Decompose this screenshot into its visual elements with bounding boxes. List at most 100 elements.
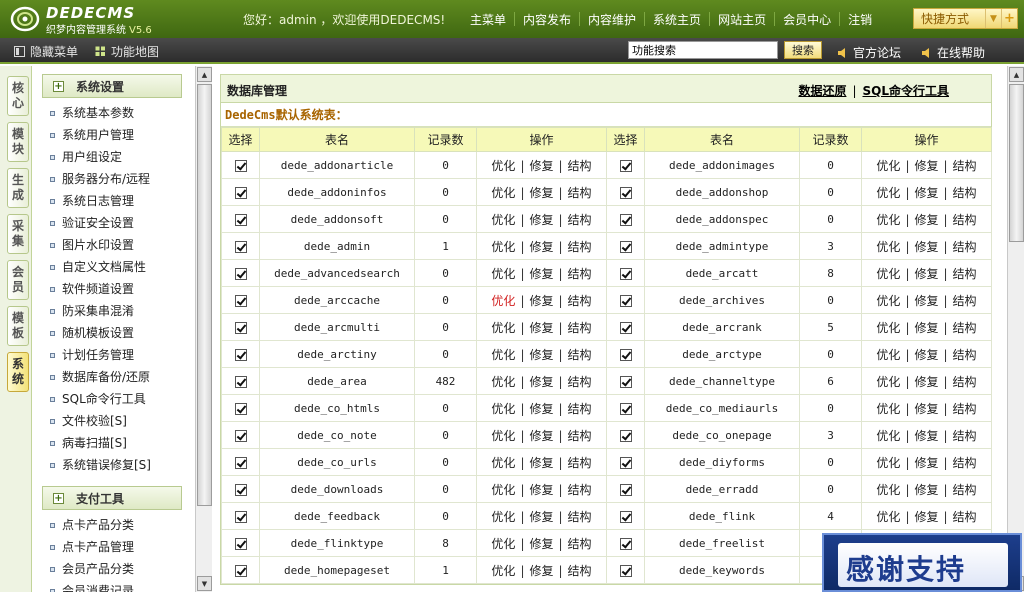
menu-item[interactable]: 系统错误修复[S]: [50, 454, 151, 476]
repair-link[interactable]: 修复: [914, 240, 938, 254]
repair-link[interactable]: 修复: [529, 240, 553, 254]
select-checkbox[interactable]: [619, 267, 632, 280]
nav-item[interactable]: 内容发布: [515, 11, 579, 28]
module-tab[interactable]: 模块: [7, 122, 29, 162]
structure-link[interactable]: 结构: [568, 429, 592, 443]
repair-link[interactable]: 修复: [529, 537, 553, 551]
repair-link[interactable]: 修复: [914, 321, 938, 335]
structure-link[interactable]: 结构: [953, 402, 977, 416]
optimize-link[interactable]: 优化: [876, 213, 900, 227]
menu-item[interactable]: 点卡产品管理: [50, 536, 134, 558]
module-tab[interactable]: 模板: [7, 306, 29, 346]
select-checkbox[interactable]: [234, 213, 247, 226]
select-checkbox[interactable]: [234, 294, 247, 307]
repair-link[interactable]: 修复: [914, 159, 938, 173]
menu-item[interactable]: 用户组设定: [50, 146, 151, 168]
structure-link[interactable]: 结构: [953, 213, 977, 227]
chevron-down-icon[interactable]: ▼: [985, 9, 1001, 28]
repair-link[interactable]: 修复: [914, 213, 938, 227]
repair-link[interactable]: 修复: [914, 348, 938, 362]
menu-item[interactable]: 会员消费记录: [50, 580, 134, 592]
repair-link[interactable]: 修复: [914, 429, 938, 443]
function-map-button[interactable]: 功能地图: [95, 43, 159, 60]
module-tab[interactable]: 会员: [7, 260, 29, 300]
repair-link[interactable]: 修复: [529, 213, 553, 227]
select-checkbox[interactable]: [234, 510, 247, 523]
structure-link[interactable]: 结构: [568, 537, 592, 551]
repair-link[interactable]: 修复: [914, 456, 938, 470]
select-checkbox[interactable]: [619, 321, 632, 334]
repair-link[interactable]: 修复: [529, 429, 553, 443]
repair-link[interactable]: 修复: [529, 348, 553, 362]
select-checkbox[interactable]: [619, 186, 632, 199]
structure-link[interactable]: 结构: [953, 510, 977, 524]
structure-link[interactable]: 结构: [568, 510, 592, 524]
repair-link[interactable]: 修复: [914, 402, 938, 416]
repair-link[interactable]: 修复: [529, 375, 553, 389]
optimize-link[interactable]: 优化: [876, 186, 900, 200]
structure-link[interactable]: 结构: [953, 483, 977, 497]
sidebar-scrollbar[interactable]: ▲ ▼: [195, 66, 212, 592]
optimize-link[interactable]: 优化: [491, 186, 515, 200]
optimize-link[interactable]: 优化: [491, 321, 515, 335]
menu-item[interactable]: 点卡产品分类: [50, 514, 134, 536]
structure-link[interactable]: 结构: [568, 348, 592, 362]
menu-item[interactable]: SQL命令行工具: [50, 388, 151, 410]
optimize-link[interactable]: 优化: [491, 267, 515, 281]
scroll-down-icon[interactable]: ▼: [197, 576, 212, 591]
nav-item[interactable]: 会员中心: [775, 11, 839, 28]
select-checkbox[interactable]: [619, 456, 632, 469]
select-checkbox[interactable]: [234, 267, 247, 280]
menu-item[interactable]: 文件校验[S]: [50, 410, 151, 432]
select-checkbox[interactable]: [619, 240, 632, 253]
select-checkbox[interactable]: [619, 429, 632, 442]
nav-item[interactable]: 网站主页: [710, 11, 774, 28]
structure-link[interactable]: 结构: [953, 186, 977, 200]
select-checkbox[interactable]: [234, 321, 247, 334]
structure-link[interactable]: 结构: [568, 267, 592, 281]
menu-item[interactable]: 病毒扫描[S]: [50, 432, 151, 454]
structure-link[interactable]: 结构: [568, 186, 592, 200]
optimize-link[interactable]: 优化: [491, 294, 515, 308]
select-checkbox[interactable]: [619, 483, 632, 496]
optimize-link[interactable]: 优化: [491, 483, 515, 497]
structure-link[interactable]: 结构: [568, 213, 592, 227]
thanks-banner[interactable]: 感谢支持: [822, 533, 1022, 592]
optimize-link[interactable]: 优化: [491, 537, 515, 551]
optimize-link[interactable]: 优化: [491, 348, 515, 362]
structure-link[interactable]: 结构: [953, 267, 977, 281]
optimize-link[interactable]: 优化: [876, 348, 900, 362]
optimize-link[interactable]: 优化: [876, 321, 900, 335]
scroll-thumb[interactable]: [197, 84, 212, 506]
optimize-link[interactable]: 优化: [491, 213, 515, 227]
structure-link[interactable]: 结构: [953, 294, 977, 308]
structure-link[interactable]: 结构: [568, 375, 592, 389]
structure-link[interactable]: 结构: [953, 375, 977, 389]
repair-link[interactable]: 修复: [529, 456, 553, 470]
optimize-link[interactable]: 优化: [491, 510, 515, 524]
structure-link[interactable]: 结构: [953, 159, 977, 173]
optimize-link[interactable]: 优化: [876, 402, 900, 416]
structure-link[interactable]: 结构: [953, 321, 977, 335]
structure-link[interactable]: 结构: [568, 240, 592, 254]
menu-item[interactable]: 验证安全设置: [50, 212, 151, 234]
add-shortcut-icon[interactable]: +: [1001, 9, 1017, 28]
function-search-input[interactable]: [628, 41, 778, 59]
nav-item[interactable]: 内容维护: [580, 11, 644, 28]
structure-link[interactable]: 结构: [953, 348, 977, 362]
quick-access-dropdown[interactable]: 快捷方式 ▼ +: [913, 8, 1018, 29]
repair-link[interactable]: 修复: [914, 510, 938, 524]
select-checkbox[interactable]: [619, 159, 632, 172]
repair-link[interactable]: 修复: [529, 510, 553, 524]
menu-item[interactable]: 计划任务管理: [50, 344, 151, 366]
repair-link[interactable]: 修复: [529, 564, 553, 578]
select-checkbox[interactable]: [619, 348, 632, 361]
optimize-link[interactable]: 优化: [876, 375, 900, 389]
repair-link[interactable]: 修复: [529, 159, 553, 173]
dedecms-logo[interactable]: DEDECMS 织梦内容管理系统 V5.6: [8, 3, 183, 36]
repair-link[interactable]: 修复: [529, 402, 553, 416]
select-checkbox[interactable]: [619, 564, 632, 577]
select-checkbox[interactable]: [234, 186, 247, 199]
repair-link[interactable]: 修复: [914, 294, 938, 308]
search-button[interactable]: 搜索: [784, 41, 822, 59]
